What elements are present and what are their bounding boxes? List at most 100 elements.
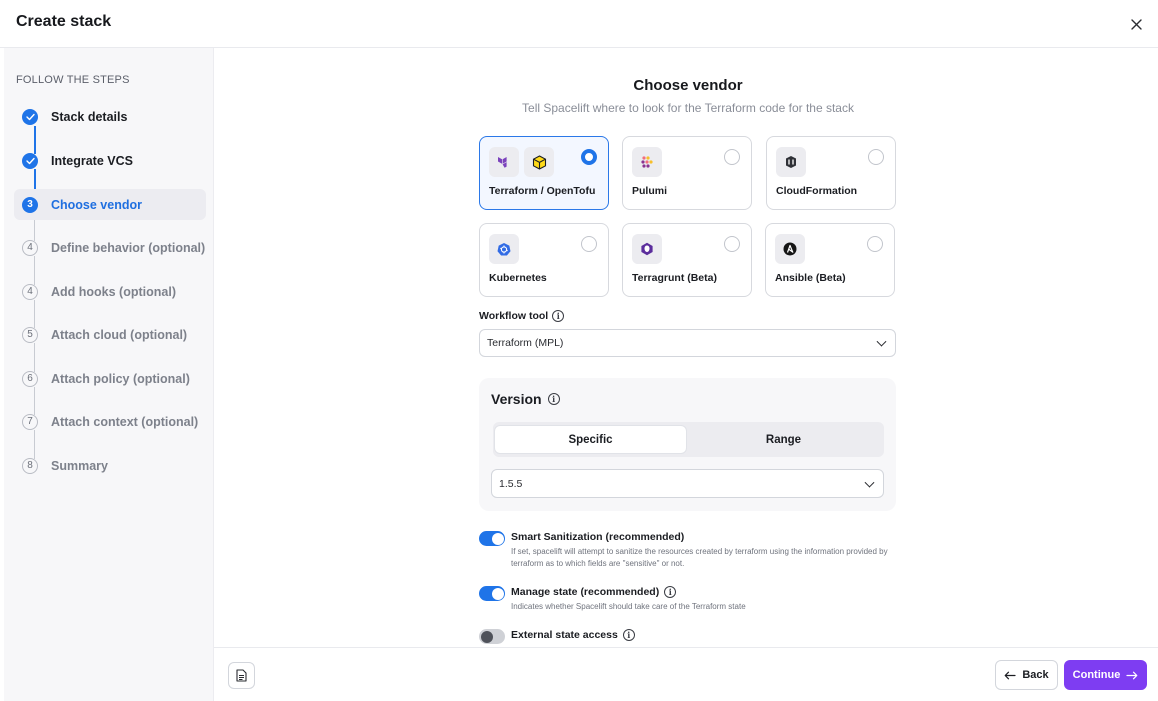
manage-state-description: Indicates whether Spacelift should take … xyxy=(511,602,746,611)
vendor-radio[interactable] xyxy=(867,236,883,252)
workflow-tool-label: Workflow tool i xyxy=(479,310,565,322)
version-title: Version i xyxy=(491,391,560,407)
step-number: 6 xyxy=(22,370,38,387)
step-attach-context[interactable]: 7 Attach context (optional) xyxy=(14,406,206,437)
vendor-name: Kubernetes xyxy=(489,272,547,284)
smart-sanitization-toggle[interactable] xyxy=(479,531,505,546)
info-icon[interactable]: i xyxy=(552,310,565,322)
smart-sanitization-description: If set, spacelift will attempt to saniti… xyxy=(511,547,888,568)
modal-footer: Back Continue xyxy=(214,647,1158,701)
external-state-access-toggle[interactable] xyxy=(479,629,505,644)
step-number: 4 xyxy=(22,239,38,256)
step-summary[interactable]: 8 Summary xyxy=(14,450,206,481)
option-title-text: External state access xyxy=(511,629,618,641)
toggle-knob xyxy=(480,630,493,643)
vendor-name: Terragrunt (Beta) xyxy=(632,272,717,284)
arrow-left-icon xyxy=(1004,671,1016,679)
step-label: Attach policy (optional) xyxy=(51,371,190,386)
steps-sidebar: FOLLOW THE STEPS Stack details Integrate… xyxy=(4,48,214,701)
vendor-name: Terraform / OpenTofu xyxy=(489,185,596,197)
close-button[interactable] xyxy=(1126,14,1146,34)
step-number: 7 xyxy=(22,413,38,430)
external-state-access-title: External state access i xyxy=(511,629,635,641)
step-label: Integrate VCS xyxy=(51,153,133,168)
version-select[interactable]: 1.5.5 xyxy=(491,469,884,498)
document-icon xyxy=(236,669,247,682)
page-title: Choose vendor xyxy=(633,77,743,94)
step-label: Attach cloud (optional) xyxy=(51,327,188,342)
step-integrate-vcs[interactable]: Integrate VCS xyxy=(14,145,206,176)
opentofu-icon xyxy=(524,147,554,177)
step-add-hooks[interactable]: 4 Add hooks (optional) xyxy=(14,276,206,307)
workflow-tool-select[interactable]: Terraform (MPL) xyxy=(479,329,896,357)
vendor-card-terraform[interactable]: Terraform / OpenTofu xyxy=(479,136,609,210)
chevron-down-icon xyxy=(876,336,887,347)
step-label: Stack details xyxy=(51,109,128,124)
vendor-radio[interactable] xyxy=(868,149,884,165)
info-icon[interactable]: i xyxy=(664,586,677,598)
terragrunt-icon xyxy=(632,234,662,264)
arrow-right-icon xyxy=(1126,671,1138,679)
continue-button[interactable]: Continue xyxy=(1064,660,1147,690)
step-number: 5 xyxy=(22,326,38,343)
step-number: 8 xyxy=(22,457,38,474)
version-title-text: Version xyxy=(491,391,542,407)
step-number: 3 xyxy=(22,196,38,213)
vendor-radio[interactable] xyxy=(581,149,597,165)
step-stack-details[interactable]: Stack details xyxy=(14,101,206,132)
step-attach-policy[interactable]: 6 Attach policy (optional) xyxy=(14,363,206,394)
vendor-card-terragrunt[interactable]: Terragrunt (Beta) xyxy=(622,223,752,297)
check-icon xyxy=(22,152,38,169)
modal-header: Create stack xyxy=(0,0,1158,48)
tab-specific[interactable]: Specific xyxy=(495,426,686,453)
vendor-radio[interactable] xyxy=(724,149,740,165)
step-label: Attach context (optional) xyxy=(51,414,199,429)
vendor-card-ansible[interactable]: Ansible (Beta) xyxy=(765,223,895,297)
option-title-text: Manage state (recommended) xyxy=(511,586,660,598)
option-title-text: Smart Sanitization (recommended) xyxy=(511,531,685,543)
documentation-button[interactable] xyxy=(228,662,255,689)
manage-state-toggle[interactable] xyxy=(479,586,505,601)
pulumi-icon xyxy=(632,147,662,177)
vendor-radio[interactable] xyxy=(724,236,740,252)
step-define-behavior[interactable]: 4 Define behavior (optional) xyxy=(14,232,206,263)
back-label: Back xyxy=(1022,669,1049,681)
tab-range[interactable]: Range xyxy=(688,426,879,453)
check-icon xyxy=(22,108,38,125)
back-button[interactable]: Back xyxy=(995,660,1058,690)
step-label: Choose vendor xyxy=(51,197,142,212)
version-mode-toggle: Specific Range xyxy=(493,422,884,457)
continue-label: Continue xyxy=(1072,669,1121,681)
vendor-radio[interactable] xyxy=(581,236,597,252)
chevron-down-icon xyxy=(864,477,875,488)
workflow-tool-label-text: Workflow tool xyxy=(479,310,549,322)
toggle-knob xyxy=(491,532,504,545)
sidebar-heading: FOLLOW THE STEPS xyxy=(16,74,130,86)
ansible-icon xyxy=(775,234,805,264)
step-label: Define behavior (optional) xyxy=(51,240,206,255)
vendor-name: CloudFormation xyxy=(776,185,858,197)
step-number: 4 xyxy=(22,283,38,300)
step-attach-cloud[interactable]: 5 Attach cloud (optional) xyxy=(14,319,206,350)
vendor-card-kubernetes[interactable]: Kubernetes xyxy=(479,223,609,297)
vendor-card-pulumi[interactable]: Pulumi xyxy=(622,136,752,210)
info-icon[interactable]: i xyxy=(547,393,560,405)
manage-state-title: Manage state (recommended) i xyxy=(511,586,677,598)
info-icon[interactable]: i xyxy=(622,629,635,641)
page-subtitle: Tell Spacelift where to look for the Ter… xyxy=(522,101,854,115)
cloudformation-icon xyxy=(776,147,806,177)
version-value: 1.5.5 xyxy=(499,477,523,490)
terraform-icon xyxy=(489,147,519,177)
smart-sanitization-title: Smart Sanitization (recommended) xyxy=(511,531,684,543)
step-label: Add hooks (optional) xyxy=(51,284,176,299)
kubernetes-icon xyxy=(489,234,519,264)
version-panel: Version i Specific Range 1.5.5 xyxy=(479,378,896,511)
vendor-card-cloudformation[interactable]: CloudFormation xyxy=(766,136,896,210)
workflow-tool-value: Terraform (MPL) xyxy=(487,337,564,349)
toggle-knob xyxy=(491,587,504,600)
vendor-name: Pulumi xyxy=(632,185,668,197)
close-icon xyxy=(1130,18,1142,30)
modal-title: Create stack xyxy=(16,13,112,30)
vendor-name: Ansible (Beta) xyxy=(775,272,846,284)
step-choose-vendor[interactable]: 3 Choose vendor xyxy=(14,189,206,220)
